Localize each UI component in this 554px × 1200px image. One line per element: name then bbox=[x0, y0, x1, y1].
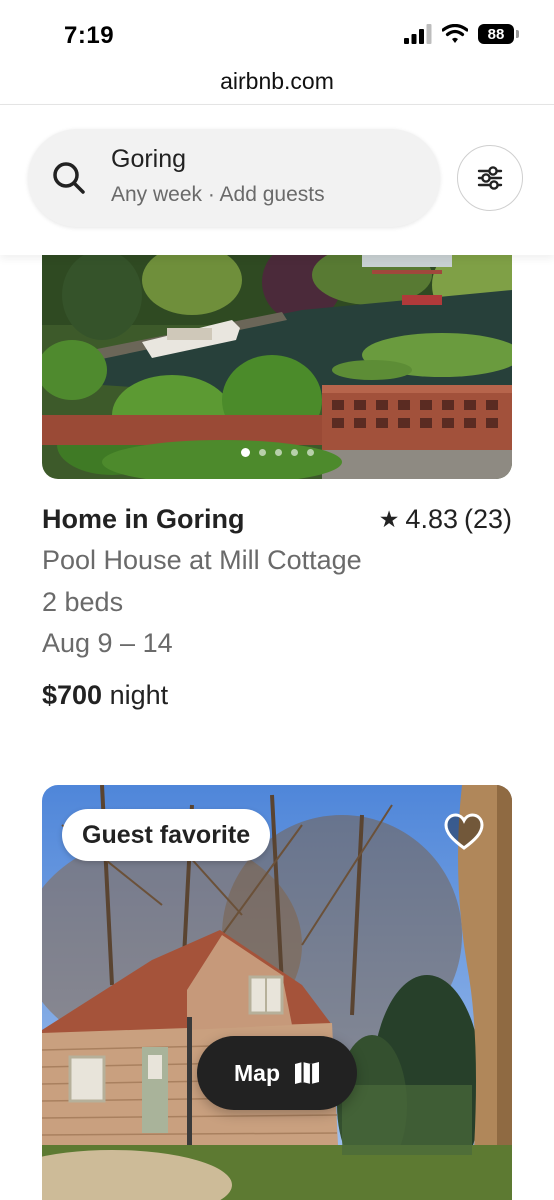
listing-subtitle: Pool House at Mill Cottage bbox=[42, 545, 362, 575]
battery-level: 88 bbox=[487, 25, 505, 43]
carousel-dot bbox=[258, 449, 266, 456]
wifi-icon bbox=[442, 24, 468, 43]
filter-sliders-icon bbox=[477, 166, 503, 190]
listing-title[interactable]: Home in Goring bbox=[42, 504, 245, 535]
status-time: 7:19 bbox=[64, 22, 115, 49]
map-button-label: Map bbox=[234, 1059, 280, 1086]
review-count: (23) bbox=[463, 504, 512, 534]
search-subtitle: Any week · Add guests bbox=[111, 183, 325, 206]
search-location: Goring bbox=[111, 145, 187, 173]
carousel-dot bbox=[274, 449, 282, 456]
filter-button[interactable] bbox=[457, 145, 523, 211]
map-icon bbox=[295, 1062, 319, 1084]
carousel-dot-active bbox=[240, 448, 250, 457]
battery-indicator: 88 bbox=[478, 24, 519, 44]
url-bar[interactable]: airbnb.com bbox=[0, 64, 554, 104]
listing-price: $700 night bbox=[42, 680, 168, 711]
map-button[interactable]: Map bbox=[197, 1036, 357, 1110]
listing-beds: 2 beds bbox=[42, 587, 124, 617]
guest-favorite-badge: Guest favorite bbox=[62, 809, 271, 861]
status-icons: 88 bbox=[404, 24, 519, 44]
star-icon: ★ bbox=[378, 506, 400, 532]
search-icon bbox=[53, 162, 85, 194]
carousel-dot bbox=[306, 449, 314, 456]
search-pill[interactable]: Goring Any week · Add guests bbox=[28, 129, 440, 227]
url-text: airbnb.com bbox=[220, 68, 334, 94]
search-header: Goring Any week · Add guests bbox=[0, 105, 554, 255]
price-unit: night bbox=[109, 680, 169, 710]
price-amount: $700 bbox=[42, 680, 103, 710]
status-bar: 7:19 88 bbox=[0, 0, 554, 64]
listing-rating: ★ 4.83 (23) bbox=[379, 504, 512, 535]
cellular-signal-icon bbox=[404, 24, 432, 44]
carousel-dot bbox=[290, 449, 298, 456]
listing-dates: Aug 9 – 14 bbox=[42, 628, 173, 658]
rating-value: 4.83 bbox=[405, 504, 458, 534]
heart-icon[interactable] bbox=[443, 812, 485, 852]
photo-carousel-dots bbox=[42, 448, 512, 457]
